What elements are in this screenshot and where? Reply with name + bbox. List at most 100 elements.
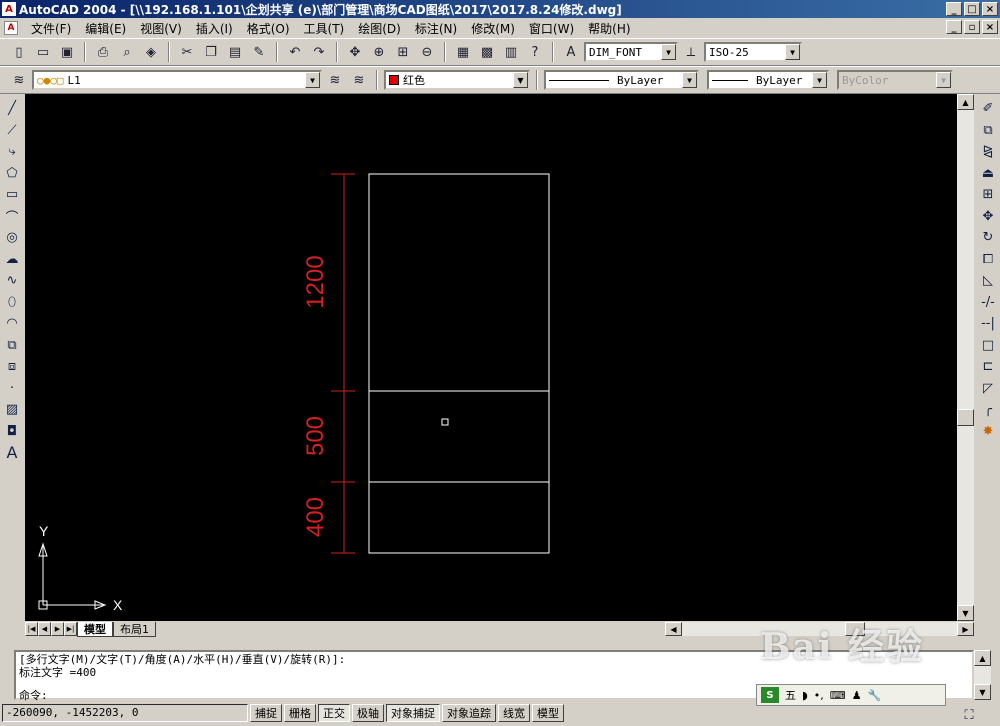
- chevron-down-icon[interactable]: ▼: [305, 72, 320, 88]
- layer-select[interactable]: ○●○□ L1 ▼: [32, 70, 322, 90]
- scroll-down-icon[interactable]: ▼: [957, 605, 974, 621]
- dimension-1200[interactable]: 1200: [302, 255, 329, 308]
- ime-mode-label[interactable]: 五: [785, 687, 796, 703]
- doc-minimize-button[interactable]: _: [946, 20, 962, 34]
- extend-icon[interactable]: --|: [977, 313, 999, 335]
- menu-tools[interactable]: 工具(T): [297, 20, 352, 37]
- make-block-icon[interactable]: ⧈: [1, 356, 23, 378]
- trim-icon[interactable]: -/-: [977, 292, 999, 314]
- wrench-icon[interactable]: 🔧: [868, 689, 882, 702]
- toggle-ortho[interactable]: 正交: [318, 703, 350, 722]
- plot-preview-icon[interactable]: ⌕: [116, 41, 138, 63]
- break-icon[interactable]: ⊏: [977, 356, 999, 378]
- maximize-button[interactable]: □: [964, 2, 980, 16]
- menu-insert[interactable]: 插入(I): [189, 20, 240, 37]
- close-button[interactable]: ×: [982, 2, 998, 16]
- chevron-down-icon[interactable]: ▼: [661, 44, 676, 60]
- tool-palettes-icon[interactable]: ▥: [500, 41, 522, 63]
- text-style-icon[interactable]: A: [560, 41, 582, 63]
- menu-dimension[interactable]: 标注(N): [408, 20, 464, 37]
- paste-icon[interactable]: ▤: [224, 41, 246, 63]
- menu-edit[interactable]: 编辑(E): [78, 20, 133, 37]
- offset-icon[interactable]: ⏏: [977, 163, 999, 185]
- tab-layout1[interactable]: 布局1: [113, 621, 156, 637]
- array-icon[interactable]: ⊞: [977, 184, 999, 206]
- zoom-realtime-icon[interactable]: ⊕: [368, 41, 390, 63]
- layer-manager-icon[interactable]: ≋: [8, 69, 30, 91]
- text-style-select[interactable]: DIM_FONT ▼: [584, 42, 678, 62]
- dimension-400[interactable]: 400: [302, 497, 329, 537]
- copy-icon[interactable]: ❐: [200, 41, 222, 63]
- doc-close-button[interactable]: ×: [982, 20, 998, 34]
- make-object-layer-current-icon[interactable]: ≋: [324, 69, 346, 91]
- panel-middle[interactable]: [368, 390, 550, 483]
- spline-icon[interactable]: ∿: [1, 270, 23, 292]
- toggle-grid[interactable]: 栅格: [284, 703, 316, 722]
- hatch-icon[interactable]: ▨: [1, 399, 23, 421]
- circle-icon[interactable]: ◎: [1, 227, 23, 249]
- lineweight-select[interactable]: ByLayer ▼: [707, 70, 829, 90]
- menu-help[interactable]: 帮助(H): [581, 20, 637, 37]
- scroll-right-icon[interactable]: ▶: [957, 622, 974, 636]
- scroll-up-icon[interactable]: ▲: [957, 94, 974, 110]
- copy-object-icon[interactable]: ⧉: [977, 120, 999, 142]
- erase-icon[interactable]: ✐: [977, 98, 999, 120]
- menu-file[interactable]: 文件(F): [24, 20, 78, 37]
- help-icon[interactable]: ?: [524, 41, 546, 63]
- layer-previous-icon[interactable]: ≋: [348, 69, 370, 91]
- revision-cloud-icon[interactable]: ☁: [1, 249, 23, 271]
- ime-logo-icon[interactable]: S: [761, 687, 779, 703]
- first-tab-icon[interactable]: |◀: [25, 622, 38, 636]
- properties-icon[interactable]: ▦: [452, 41, 474, 63]
- move-icon[interactable]: ✥: [977, 206, 999, 228]
- region-icon[interactable]: ◘: [1, 421, 23, 443]
- half-moon-icon[interactable]: ◗: [802, 689, 808, 702]
- doc-restore-button[interactable]: ▫: [964, 20, 980, 34]
- open-icon[interactable]: ▭: [32, 41, 54, 63]
- menu-modify[interactable]: 修改(M): [464, 20, 522, 37]
- new-icon[interactable]: ▯: [8, 41, 30, 63]
- tab-model[interactable]: 模型: [77, 621, 113, 637]
- zoom-window-icon[interactable]: ⊞: [392, 41, 414, 63]
- mirror-icon[interactable]: ⧎: [977, 141, 999, 163]
- punctuation-icon[interactable]: •,: [814, 689, 824, 702]
- vertical-scroll-thumb[interactable]: [957, 409, 974, 426]
- pan-icon[interactable]: ✥: [344, 41, 366, 63]
- fillet-icon[interactable]: ╭: [977, 399, 999, 421]
- document-icon[interactable]: A: [4, 21, 18, 35]
- dimension-500[interactable]: 500: [302, 416, 329, 456]
- stretch-icon[interactable]: ◺: [977, 270, 999, 292]
- minimize-button[interactable]: _: [946, 2, 962, 16]
- prev-tab-icon[interactable]: ◀: [38, 622, 51, 636]
- redo-icon[interactable]: ↷: [308, 41, 330, 63]
- scroll-down-icon[interactable]: ▼: [974, 684, 991, 700]
- toggle-otrack[interactable]: 对象追踪: [442, 703, 496, 722]
- keyboard-icon[interactable]: ⌨: [830, 689, 846, 702]
- rectangle-icon[interactable]: ▭: [1, 184, 23, 206]
- rotate-icon[interactable]: ↻: [977, 227, 999, 249]
- menu-draw[interactable]: 绘图(D): [351, 20, 408, 37]
- command-scrollbar[interactable]: ▲ ▼: [974, 650, 991, 700]
- vertical-scrollbar[interactable]: ▲ ▼: [957, 94, 974, 621]
- explode-icon[interactable]: ✸: [977, 421, 999, 443]
- cut-icon[interactable]: ✂: [176, 41, 198, 63]
- scale-icon[interactable]: ⧠: [977, 249, 999, 271]
- toggle-osnap[interactable]: 对象捕捉: [386, 703, 440, 722]
- chamfer-icon[interactable]: ◸: [977, 378, 999, 400]
- ime-user-icon[interactable]: ♟: [852, 689, 862, 702]
- ellipse-arc-icon[interactable]: ◠: [1, 313, 23, 335]
- toggle-snap[interactable]: 捕捉: [250, 703, 282, 722]
- menu-format[interactable]: 格式(O): [240, 20, 297, 37]
- zoom-previous-icon[interactable]: ⊖: [416, 41, 438, 63]
- chevron-down-icon[interactable]: ▼: [682, 72, 697, 88]
- coordinate-display[interactable]: -260090, -1452203, 0: [2, 703, 248, 722]
- dim-style-icon[interactable]: ⟂: [680, 41, 702, 63]
- publish-icon[interactable]: ◈: [140, 41, 162, 63]
- undo-icon[interactable]: ↶: [284, 41, 306, 63]
- scroll-up-icon[interactable]: ▲: [974, 650, 991, 666]
- chevron-down-icon[interactable]: ▼: [785, 44, 800, 60]
- dimension-chain[interactable]: [331, 173, 355, 554]
- point-icon[interactable]: ·: [1, 378, 23, 400]
- polyline-icon[interactable]: ⤷: [1, 141, 23, 163]
- autocad-app-icon[interactable]: A: [2, 2, 16, 16]
